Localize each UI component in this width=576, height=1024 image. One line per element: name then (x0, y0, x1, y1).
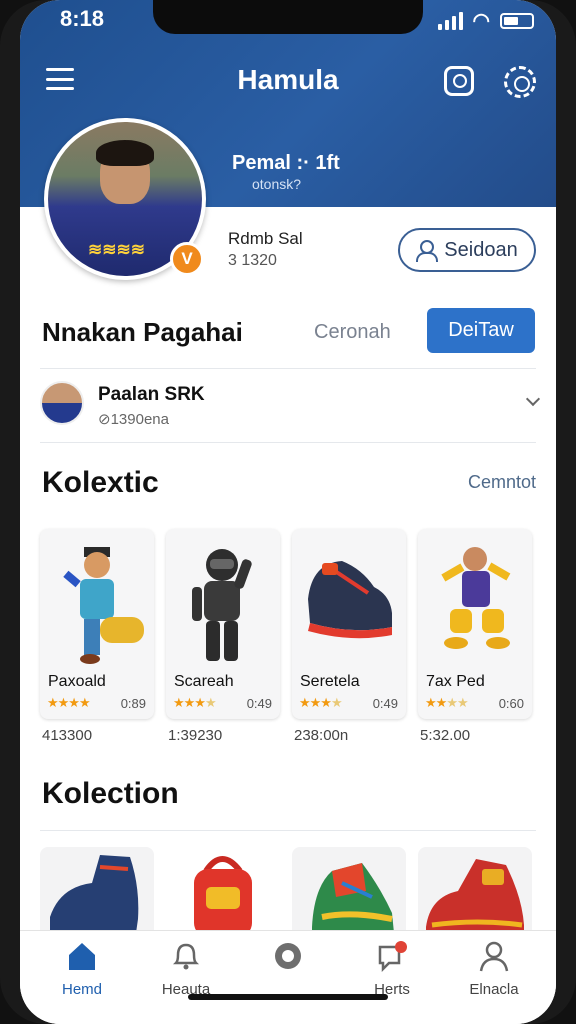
card-count: 413300 (42, 727, 93, 744)
signal-icon (437, 11, 463, 30)
card-count: 238:00n (294, 727, 349, 744)
status-time: 8:18 (60, 6, 105, 31)
tab-label: Elnacla (469, 981, 519, 998)
tab-notifications[interactable]: Heauta (136, 939, 236, 998)
product-name: Scareah (174, 673, 234, 690)
backpack-icon (194, 856, 252, 937)
hightop-icon (312, 863, 394, 933)
profile-name: Pemal :· 1ft (232, 152, 340, 174)
chevron-down-icon[interactable] (525, 391, 541, 407)
home-indicator (188, 994, 388, 1000)
rating-stars: ★★★★ (299, 695, 343, 710)
product-card[interactable]: Seretela ★★★★ 0:49 (292, 529, 406, 719)
chat-icon (375, 939, 409, 973)
player-icon (441, 547, 511, 649)
product-value: 0:60 (498, 696, 524, 711)
divider (40, 368, 536, 369)
profile-icon (477, 939, 511, 973)
divider (40, 442, 536, 443)
section-title: Nnakan Pagahai (42, 317, 243, 347)
bell-icon (169, 939, 203, 973)
shoe-icon (426, 859, 524, 933)
product-value: 0:89 (120, 696, 146, 711)
product-name: Seretela (300, 673, 360, 690)
card-count: 1:39230 (168, 727, 223, 744)
product-card[interactable]: 7ax Ped ★★★★ 0:60 (418, 529, 532, 719)
stat-label: Rdmb Sal (228, 229, 303, 248)
rating-stars: ★★★★ (173, 695, 217, 710)
primary-button[interactable]: DeiTaw (427, 308, 535, 353)
secondary-link[interactable]: Ceronah (314, 321, 391, 344)
collection-title: Kolection (42, 777, 179, 810)
user-row-subtitle: ⊘1390ena (98, 411, 169, 428)
figure-icon (63, 547, 144, 664)
see-all-link[interactable]: Cemntot (468, 472, 536, 493)
product-card[interactable]: Scareah ★★★★ 0:49 (166, 529, 280, 719)
circle-icon (271, 939, 305, 973)
verified-badge: V (170, 242, 204, 276)
status-icons: ◠ (437, 8, 534, 33)
user-row-title: Paalan SRK (98, 384, 205, 405)
tab-messages[interactable]: Herts (342, 939, 442, 998)
product-card[interactable] (40, 847, 154, 937)
user-avatar (40, 381, 84, 425)
product-value: 0:49 (372, 696, 398, 711)
follow-button-label: Seidoan (444, 238, 518, 261)
phone-frame: 8:18 ◠ Hamula ≋≋≋≋ V Pemal :· 1ft otonsk… (0, 0, 576, 1024)
product-card[interactable] (418, 847, 532, 937)
product-card[interactable] (166, 847, 280, 937)
stat-value: 3 1320 (228, 252, 277, 269)
product-name: Paxoald (48, 673, 106, 690)
rating-stars: ★★★★ (47, 695, 91, 710)
user-row[interactable]: Paalan SRK ⊘1390ena (40, 376, 541, 436)
tab-label: Hemd (61, 981, 102, 998)
user-icon (416, 240, 439, 262)
home-icon (65, 939, 99, 973)
status-bar: 8:18 ◠ (20, 0, 556, 40)
sneaker-icon (308, 561, 392, 639)
product-value: 0:49 (246, 696, 272, 711)
bottom-tab-bar: Hemd Heauta Herts Elnacla (20, 930, 556, 1024)
product-card[interactable]: Paxoald ★★★★ 0:89 (40, 529, 154, 719)
card-count: 5:32.00 (420, 727, 471, 744)
product-card[interactable] (292, 847, 406, 937)
product-name: 7ax Ped (426, 673, 485, 690)
tab-center[interactable] (238, 939, 338, 981)
profile-handle: otonsk? (252, 176, 302, 192)
collection-title: Kolextic (42, 466, 159, 499)
settings-icon[interactable] (504, 66, 536, 98)
app-screen: 8:18 ◠ Hamula ≋≋≋≋ V Pemal :· 1ft otonsk… (20, 0, 556, 1024)
divider (40, 830, 536, 831)
boot-icon (50, 855, 139, 933)
jersey-graphic: ≋≋≋≋ (88, 240, 145, 259)
rating-stars: ★★★★ (425, 695, 469, 710)
tab-home[interactable]: Hemd (32, 939, 132, 998)
follow-button[interactable]: Seidoan (398, 228, 536, 272)
astronaut-icon (192, 549, 252, 661)
wifi-icon: ◠ (472, 10, 490, 32)
tab-profile[interactable]: Elnacla (444, 939, 544, 998)
search-icon[interactable] (444, 66, 474, 96)
camera-notch (153, 0, 423, 34)
app-title: Hamula (237, 64, 339, 95)
battery-icon (500, 12, 534, 29)
